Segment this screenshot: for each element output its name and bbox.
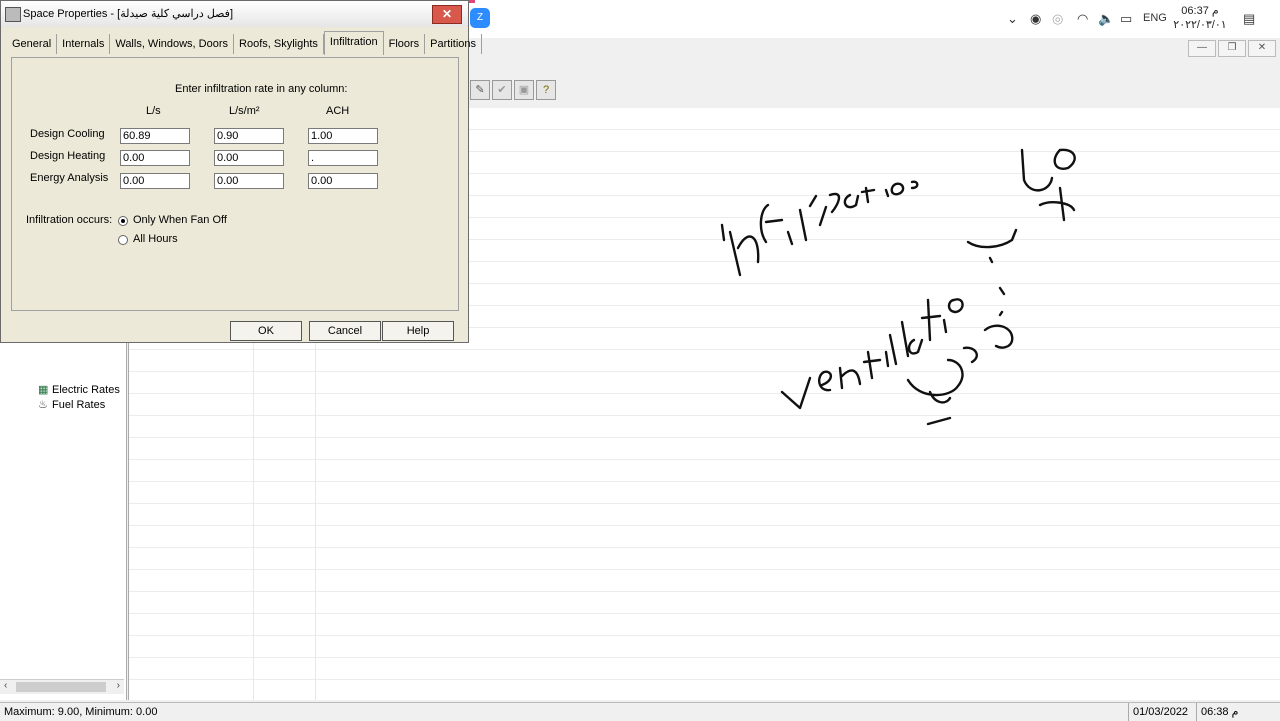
cancel-button[interactable]: Cancel bbox=[309, 321, 381, 341]
chevron-up-icon[interactable]: ⌄ bbox=[1007, 11, 1018, 27]
tree-item-electric-rates[interactable]: ▦ Electric Rates bbox=[38, 383, 120, 398]
dialog-close-button[interactable]: ✕ bbox=[432, 5, 462, 24]
help-question-icon[interactable]: ? bbox=[536, 80, 556, 100]
status-text: Maximum: 9.00, Minimum: 0.00 bbox=[4, 706, 158, 718]
design-cooling-lsm2-input[interactable] bbox=[214, 128, 284, 144]
check-icon[interactable]: ✔ bbox=[492, 80, 512, 100]
dialog-titlebar[interactable]: Space Properties - [فصل دراسي كلية صيدلة… bbox=[1, 1, 468, 27]
webcam-icon[interactable]: ◉ bbox=[1030, 11, 1041, 27]
design-cooling-ach-input[interactable] bbox=[308, 128, 378, 144]
design-heating-ach-input[interactable] bbox=[308, 150, 378, 166]
status-bar: Maximum: 9.00, Minimum: 0.00 01/03/2022 … bbox=[0, 702, 1280, 721]
scroll-right-icon[interactable]: › bbox=[117, 680, 120, 691]
instruction-text: Enter infiltration rate in any column: bbox=[175, 83, 348, 95]
energy-analysis-lsm2-input[interactable] bbox=[214, 173, 284, 189]
clock[interactable]: 06:37 م ٢٠٢٢/٠٣/٠١ bbox=[1170, 4, 1230, 32]
volume-icon[interactable]: 🔈 bbox=[1098, 11, 1114, 27]
ok-button[interactable]: OK bbox=[230, 321, 302, 341]
option-label-all-hours[interactable]: All Hours bbox=[133, 233, 178, 245]
energy-analysis-ls-input[interactable] bbox=[120, 173, 190, 189]
electric-rates-icon: ▦ bbox=[38, 384, 49, 396]
dialog-title: Space Properties - [فصل دراسي كلية صيدلة… bbox=[23, 8, 234, 20]
space-properties-dialog: Space Properties - [فصل دراسي كلية صيدلة… bbox=[0, 0, 483, 343]
design-cooling-ls-input[interactable] bbox=[120, 128, 190, 144]
toolbar: ✎ ✔ ▣? bbox=[470, 80, 558, 102]
row-label-design-cooling: Design Cooling bbox=[30, 128, 105, 140]
clock-time: 06:37 م bbox=[1181, 5, 1219, 17]
row-label-energy-analysis: Energy Analysis bbox=[30, 172, 109, 184]
fuel-rates-icon: ♨ bbox=[38, 399, 48, 411]
clock-date: ٢٠٢٢/٠٣/٠١ bbox=[1173, 19, 1227, 31]
zoom-icon[interactable]: Z bbox=[470, 8, 490, 28]
battery-icon[interactable]: ▭ bbox=[1120, 11, 1132, 27]
eye-icon[interactable]: ◎ bbox=[1052, 11, 1063, 27]
option-label-fan-off[interactable]: Only When Fan Off bbox=[133, 214, 227, 226]
tree-item-label: Fuel Rates bbox=[52, 399, 106, 411]
tab-floors[interactable]: Floors bbox=[384, 34, 426, 54]
radio-only-when-fan-off[interactable] bbox=[118, 216, 128, 226]
print-icon[interactable]: ▣ bbox=[514, 80, 534, 100]
notifications-icon[interactable]: ▤ bbox=[1243, 11, 1255, 27]
infiltration-occurs-label: Infiltration occurs: bbox=[26, 214, 113, 226]
scrollbar-thumb[interactable] bbox=[16, 682, 106, 692]
design-heating-ls-input[interactable] bbox=[120, 150, 190, 166]
minimize-icon[interactable]: — bbox=[1188, 40, 1216, 57]
help-button[interactable]: Help bbox=[382, 321, 454, 341]
tree-item-label: Electric Rates bbox=[52, 384, 120, 396]
horizontal-scrollbar[interactable]: ‹ › bbox=[0, 679, 124, 694]
design-heating-lsm2-input[interactable] bbox=[214, 150, 284, 166]
tab-infiltration[interactable]: Infiltration bbox=[323, 31, 384, 55]
status-time: 06:38 م bbox=[1196, 703, 1238, 721]
column-header-ach: ACH bbox=[326, 105, 350, 117]
tab-roofs-skylights[interactable]: Roofs, Skylights bbox=[234, 34, 324, 54]
scroll-left-icon[interactable]: ‹ bbox=[4, 680, 7, 691]
tab-walls-windows-doors[interactable]: Walls, Windows, Doors bbox=[110, 34, 235, 54]
tab-general[interactable]: General bbox=[7, 34, 58, 54]
app-icon bbox=[5, 7, 21, 22]
language-indicator[interactable]: ENG bbox=[1143, 12, 1167, 24]
edit-icon[interactable]: ✎ bbox=[470, 80, 490, 100]
column-header-ls: L/s bbox=[146, 105, 161, 117]
infiltration-panel: Enter infiltration rate in any column: L… bbox=[11, 57, 459, 311]
close-icon[interactable]: ✕ bbox=[1248, 40, 1276, 57]
wifi-icon[interactable]: ◠ bbox=[1077, 11, 1088, 27]
tab-internals[interactable]: Internals bbox=[57, 34, 111, 54]
energy-analysis-ach-input[interactable] bbox=[308, 173, 378, 189]
row-label-design-heating: Design Heating bbox=[30, 150, 106, 162]
radio-all-hours[interactable] bbox=[118, 235, 128, 245]
tree-item-fuel-rates[interactable]: ♨ Fuel Rates bbox=[38, 398, 105, 413]
tab-partitions[interactable]: Partitions bbox=[425, 34, 483, 54]
column-header-lsm2: L/s/m² bbox=[229, 105, 260, 117]
restore-icon[interactable]: ❐ bbox=[1218, 40, 1246, 57]
tab-bar: General Internals Walls, Windows, Doors Roo… bbox=[7, 31, 483, 55]
window-controls: — ❐ ✕ bbox=[1186, 40, 1276, 57]
status-date: 01/03/2022 bbox=[1128, 703, 1188, 721]
